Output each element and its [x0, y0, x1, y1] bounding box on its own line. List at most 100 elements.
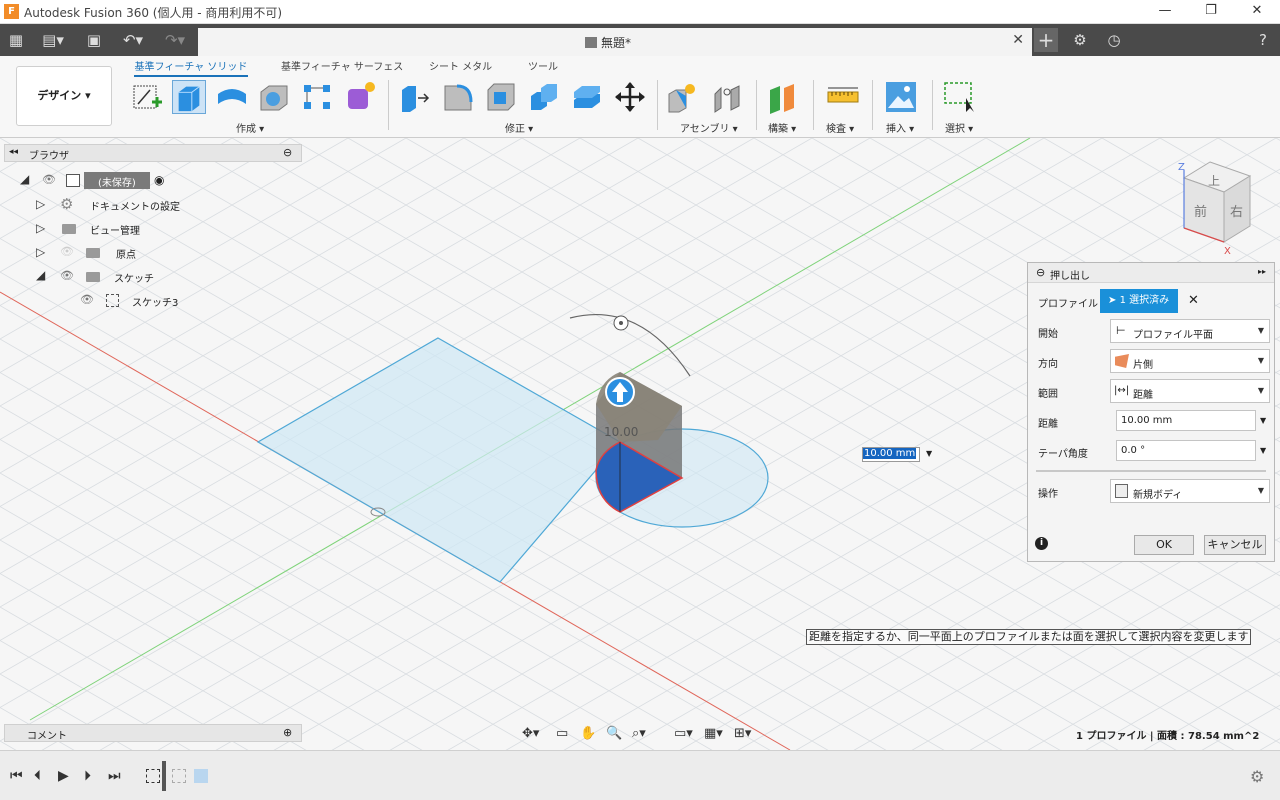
browser-header[interactable]: ◂◂ ブラウザ ⊖ [4, 144, 302, 162]
extent-dropdown[interactable]: |↔| 距離 ▼ [1110, 379, 1270, 403]
group-create[interactable]: 作成 ▾ [236, 120, 264, 135]
expand-arrow-icon[interactable]: ▷ [36, 221, 45, 235]
timeline-settings-icon[interactable]: ⚙ [1250, 767, 1264, 786]
save-icon[interactable]: ▣ [84, 28, 104, 52]
redo-icon[interactable]: ↷▾ [158, 28, 192, 52]
revolve-icon[interactable] [215, 80, 249, 114]
distance-input-canvas[interactable]: 10.00 mm [862, 447, 920, 462]
grid-menu-icon[interactable]: ▦ [6, 28, 26, 52]
tab-surface[interactable]: 基準フィーチャ サーフェス [281, 58, 403, 73]
extrude-header[interactable]: ⊖ 押し出し ▸▸ [1028, 263, 1274, 283]
timeline-marker[interactable] [162, 761, 166, 791]
tab-solid[interactable]: 基準フィーチャ ソリッド [134, 58, 248, 77]
workspace-button[interactable]: デザイン ▾ [16, 66, 112, 126]
add-comment-icon[interactable]: ⊕ [283, 726, 292, 739]
insert-image-icon[interactable] [884, 80, 918, 114]
collapse-arrow-icon[interactable]: ◢ [36, 268, 45, 282]
distance-field-dropdown-icon[interactable]: ▼ [1260, 416, 1266, 425]
fit-icon[interactable]: ⌕▾ [632, 726, 646, 741]
operation-dropdown[interactable]: 新規ボディ ▼ [1110, 479, 1270, 503]
display-settings-icon[interactable]: ▭▾ [674, 726, 693, 741]
info-icon[interactable]: i [1035, 537, 1048, 550]
timeline-sketch-icon[interactable] [172, 769, 186, 783]
close-window-button[interactable]: ✕ [1234, 0, 1280, 24]
pattern-icon[interactable] [300, 80, 334, 114]
create-sketch-icon[interactable] [130, 80, 164, 114]
browser-item-sketches[interactable]: ◢ 👁 スケッチ [14, 266, 304, 288]
group-select[interactable]: 選択 ▾ [945, 120, 973, 135]
browser-root[interactable]: ◢ 👁 (未保存) ◉ [14, 170, 304, 192]
move-icon[interactable] [613, 80, 647, 114]
taper-angle-field[interactable]: 0.0 ° [1116, 440, 1256, 461]
offset-plane-icon[interactable] [766, 80, 800, 114]
new-component-icon[interactable] [666, 80, 700, 114]
minimize-button[interactable]: — [1142, 0, 1188, 24]
browser-item-sketch3[interactable]: 👁 スケッチ3 [14, 290, 304, 312]
tab-sheet-metal[interactable]: シート メタル [429, 58, 492, 73]
press-pull-icon[interactable] [398, 80, 432, 114]
taper-dropdown-icon[interactable]: ▼ [1260, 446, 1266, 455]
activate-radio-icon[interactable]: ◉ [154, 173, 164, 187]
combine-icon[interactable] [527, 80, 561, 114]
undo-icon[interactable]: ↶▾ [116, 28, 150, 52]
close-tab-icon[interactable]: ✕ [1012, 32, 1024, 48]
collapse-browser-icon[interactable]: ◂◂ [9, 147, 18, 157]
visibility-eye-icon[interactable]: 👁 [80, 293, 94, 306]
file-menu-icon[interactable]: ▤▾ [38, 28, 68, 52]
viewports-icon[interactable]: ⊞▾ [734, 726, 751, 741]
pan-hand-icon[interactable]: ✋ [580, 726, 596, 741]
new-tab-icon[interactable]: + [1034, 28, 1058, 52]
tab-tools[interactable]: ツール [528, 58, 558, 73]
collapse-arrow-icon[interactable]: ◢ [20, 172, 29, 186]
orbit-icon[interactable]: ✥▾ [522, 726, 539, 741]
start-dropdown[interactable]: ⊢ プロファイル平面 ▼ [1110, 319, 1270, 343]
help-icon[interactable]: ? [1252, 28, 1274, 52]
group-insert[interactable]: 挿入 ▾ [886, 120, 914, 135]
dialog-collapse-icon[interactable]: ⊖ [1036, 266, 1045, 279]
view-cube[interactable]: 上 前 右 Z X [1168, 158, 1260, 258]
group-assemble[interactable]: アセンブリ ▾ [680, 120, 738, 135]
timeline-extrude-icon[interactable] [194, 769, 208, 783]
hole-icon[interactable] [257, 80, 291, 114]
ok-button[interactable]: OK [1134, 535, 1194, 555]
look-at-icon[interactable]: ▭ [556, 726, 568, 741]
clear-selection-icon[interactable]: ✕ [1188, 293, 1199, 308]
profile-selection-button[interactable]: ➤ 1 選択済み [1100, 289, 1178, 313]
hidden-eye-icon[interactable]: 👁 [60, 245, 74, 258]
grid-settings-icon[interactable]: ▦▾ [704, 726, 723, 741]
play-icon[interactable]: ▶ [58, 768, 69, 784]
document-tab[interactable]: 無題* ✕ [198, 28, 1032, 56]
zoom-icon[interactable]: 🔍 [606, 726, 622, 741]
joint-icon[interactable] [711, 80, 745, 114]
distance-dropdown-icon[interactable]: ▼ [926, 449, 932, 458]
window-select-icon[interactable] [942, 80, 976, 114]
step-back-icon[interactable]: ⏴ [34, 768, 41, 784]
step-forward-icon[interactable]: ⏵ [84, 768, 91, 784]
browser-item-origin[interactable]: ▷ 👁 原点 [14, 242, 304, 264]
comment-bar[interactable]: コメント ⊕ [4, 724, 302, 742]
shell-icon[interactable] [484, 80, 518, 114]
browser-item-named-views[interactable]: ▷ ビュー管理 [14, 218, 304, 240]
job-status-icon[interactable]: ◷ [1102, 28, 1126, 52]
expand-arrow-icon[interactable]: ▷ [36, 245, 45, 259]
timeline-sketch-icon[interactable] [146, 769, 160, 783]
offset-face-icon[interactable] [570, 80, 604, 114]
cancel-button[interactable]: キャンセル [1204, 535, 1266, 555]
browser-item-document-settings[interactable]: ▷ ⚙ ドキュメントの設定 [14, 194, 304, 216]
dialog-expand-icon[interactable]: ▸▸ [1258, 267, 1266, 276]
extensions-icon[interactable]: ⚙ [1068, 28, 1092, 52]
maximize-button[interactable]: ❐ [1188, 0, 1234, 24]
extrude-icon[interactable] [172, 80, 206, 114]
group-construct[interactable]: 構築 ▾ [768, 120, 796, 135]
group-inspect[interactable]: 検査 ▾ [826, 120, 854, 135]
visibility-eye-icon[interactable]: 👁 [42, 173, 56, 186]
group-modify[interactable]: 修正 ▾ [505, 120, 533, 135]
measure-icon[interactable] [826, 80, 860, 114]
fillet-icon[interactable] [441, 80, 475, 114]
go-to-start-icon[interactable]: ⏮ [10, 768, 23, 784]
expand-arrow-icon[interactable]: ▷ [36, 197, 45, 211]
browser-minimize-icon[interactable]: ⊖ [283, 146, 292, 159]
direction-dropdown[interactable]: 片側 ▼ [1110, 349, 1270, 373]
create-form-icon[interactable] [343, 80, 377, 114]
distance-field[interactable]: 10.00 mm [1116, 410, 1256, 431]
